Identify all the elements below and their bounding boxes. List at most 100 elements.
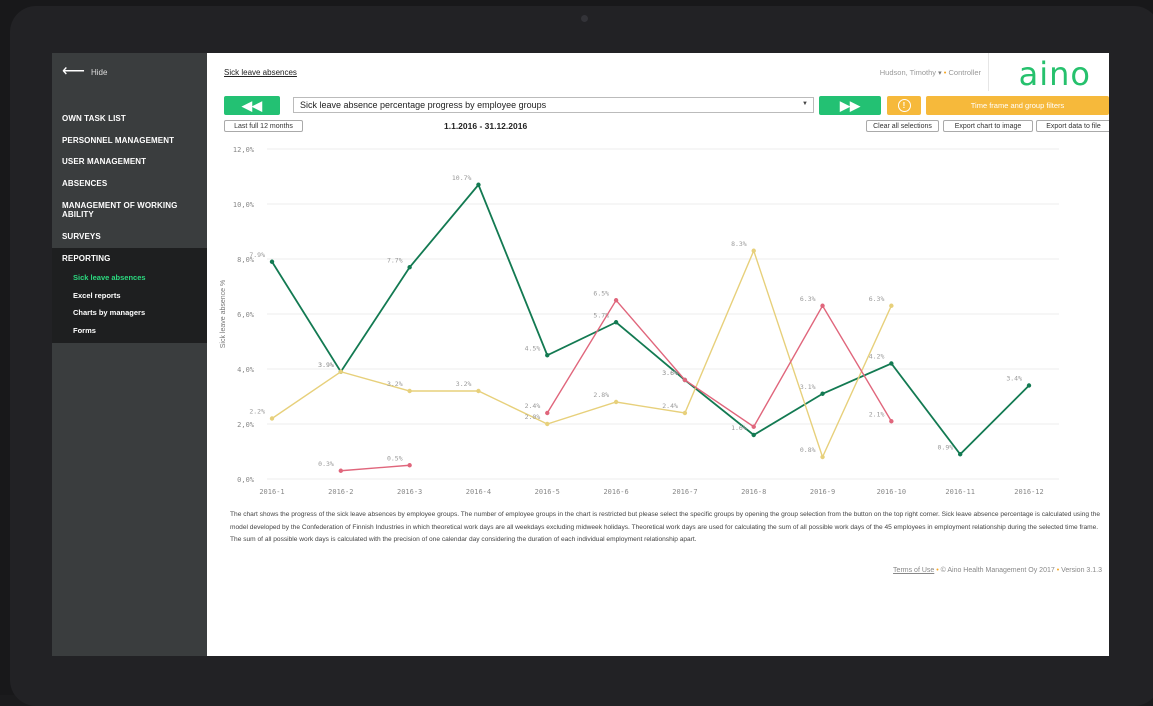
sidebar-nav: OWN TASK LIST PERSONNEL MANAGEMENT USER …	[52, 108, 207, 343]
sidebar-item-own-task-list[interactable]: OWN TASK LIST	[52, 108, 207, 130]
line-chart: 0,0%2,0%4,0%6,0%8,0%10,0%12,0%Sick leave…	[220, 146, 1059, 496]
data-point	[751, 248, 756, 253]
data-label: 6.3%	[800, 295, 816, 303]
report-select[interactable]: Sick leave absence percentage progress b…	[293, 97, 814, 113]
camera-dot	[581, 15, 588, 22]
data-point	[1026, 383, 1032, 388]
x-tick-label: 2016-7	[672, 488, 697, 496]
data-label: 8.3%	[731, 240, 747, 248]
x-tick-label: 2016-6	[603, 488, 628, 496]
reporting-submenu: Sick leave absences Excel reports Charts…	[52, 269, 207, 343]
x-tick-label: 2016-1	[259, 488, 284, 496]
data-point	[820, 454, 825, 460]
data-point	[545, 421, 550, 427]
data-point	[338, 468, 344, 473]
y-tick-label: 4,0%	[237, 366, 255, 374]
hide-label: Hide	[90, 67, 108, 77]
app-screen: ⟵ Hide OWN TASK LIST PERSONNEL MANAGEMEN…	[52, 53, 1109, 656]
data-point	[269, 259, 275, 264]
user-name: Hudson, Timothy	[879, 68, 937, 77]
data-point	[889, 419, 894, 424]
sidebar-item-user-management[interactable]: USER MANAGEMENT	[52, 151, 207, 173]
data-point	[269, 416, 275, 421]
data-point	[889, 361, 894, 366]
data-point	[407, 265, 412, 270]
data-label: 10.7%	[452, 174, 472, 182]
submenu-excel-reports[interactable]: Excel reports	[52, 287, 207, 305]
sidebar-item-surveys[interactable]: SURVEYS	[52, 226, 207, 248]
chevron-down-icon: ▾	[938, 70, 942, 77]
data-label: 4.2%	[869, 353, 885, 361]
data-point	[889, 303, 894, 308]
data-label: 0.9%	[938, 443, 954, 451]
data-label: 1.6%	[731, 424, 747, 432]
aino-logo: aino	[1018, 55, 1091, 93]
data-label: 3.6%	[662, 369, 678, 377]
dropdown-icon: ▼	[802, 101, 808, 107]
data-point	[407, 388, 412, 394]
sidebar: ⟵ Hide OWN TASK LIST PERSONNEL MANAGEMEN…	[52, 53, 207, 656]
data-point	[407, 463, 412, 468]
data-point	[682, 377, 688, 383]
next-report-button[interactable]: ▶▶	[819, 96, 881, 115]
series-line	[271, 183, 1030, 456]
y-tick-label: 10,0%	[233, 201, 255, 209]
x-tick-label: 2016-5	[535, 488, 560, 496]
y-tick-label: 0,0%	[237, 476, 255, 484]
data-point	[613, 298, 619, 303]
device-frame: ⟵ Hide OWN TASK LIST PERSONNEL MANAGEMEN…	[0, 0, 1153, 706]
data-label: 0.8%	[800, 446, 816, 454]
version-text: Version 3.1.3	[1061, 567, 1102, 574]
series-line	[340, 464, 410, 472]
last-12-months-button[interactable]: Last full 12 months	[224, 120, 303, 132]
y-tick-label: 6,0%	[237, 311, 255, 319]
info-button[interactable]: !	[887, 96, 921, 115]
header-divider	[988, 53, 989, 91]
main-content: Sick leave absences Hudson, Timothy ▾ • …	[207, 53, 1109, 656]
sidebar-item-reporting[interactable]: REPORTING	[52, 247, 207, 269]
x-tick-label: 2016-10	[877, 488, 907, 496]
data-label: 3.9%	[318, 361, 334, 369]
data-label: 7.7%	[387, 256, 403, 264]
sidebar-item-absences[interactable]: ABSENCES	[52, 173, 207, 195]
breadcrumb[interactable]: Sick leave absences	[224, 68, 297, 77]
data-label: 7.9%	[249, 251, 265, 259]
x-tick-label: 2016-2	[328, 488, 353, 496]
terms-of-use-link[interactable]: Terms of Use	[893, 567, 934, 574]
data-point	[682, 410, 688, 416]
previous-report-button[interactable]: ◀◀	[224, 96, 280, 115]
y-tick-label: 12,0%	[233, 146, 255, 154]
data-point	[820, 303, 825, 308]
sidebar-item-personnel-management[interactable]: PERSONNEL MANAGEMENT	[52, 130, 207, 152]
left-arrow-icon: ⟵	[62, 63, 85, 80]
data-point	[820, 391, 825, 396]
data-label: 3.2%	[456, 380, 472, 388]
export-image-button[interactable]: Export chart to image	[943, 120, 1033, 132]
hide-sidebar-button[interactable]: ⟵ Hide	[62, 63, 108, 80]
time-frame-filter-button[interactable]: Time frame and group filters	[926, 96, 1109, 115]
separator-dot: •	[1056, 567, 1060, 574]
x-tick-label: 2016-11	[945, 488, 975, 496]
data-point	[476, 388, 481, 394]
separator-dot: •	[936, 567, 939, 574]
submenu-forms[interactable]: Forms	[52, 322, 207, 340]
submenu-sick-leave-absences[interactable]: Sick leave absences	[52, 269, 207, 287]
x-tick-label: 2016-9	[810, 488, 835, 496]
data-point	[545, 353, 550, 358]
submenu-charts-by-managers[interactable]: Charts by managers	[52, 304, 207, 322]
data-label: 2.0%	[525, 413, 541, 421]
x-tick-label: 2016-4	[466, 488, 491, 496]
double-right-arrow-icon: ▶▶	[840, 97, 860, 113]
export-data-button[interactable]: Export data to file	[1036, 120, 1109, 132]
report-select-value: Sick leave absence percentage progress b…	[300, 100, 547, 110]
data-label: 6.5%	[593, 289, 609, 297]
sidebar-item-working-ability[interactable]: MANAGEMENT OF WORKING ABILITY	[52, 194, 207, 226]
clear-selections-button[interactable]: Clear all selections	[866, 120, 939, 132]
data-point	[613, 320, 619, 325]
user-menu[interactable]: Hudson, Timothy ▾ • Controller	[880, 68, 981, 77]
data-label: 2.2%	[249, 408, 265, 416]
x-tick-label: 2016-12	[1014, 488, 1044, 496]
data-point	[613, 399, 619, 405]
data-label: 6.3%	[869, 295, 885, 303]
date-range: 1.1.2016 - 31.12.2016	[444, 121, 528, 131]
